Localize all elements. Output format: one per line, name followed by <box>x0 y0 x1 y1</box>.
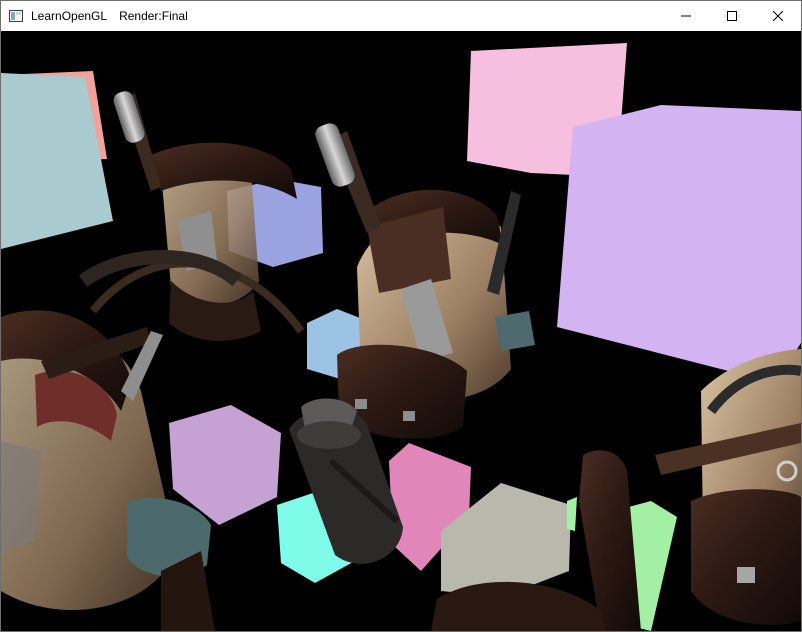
window-title-render: Render:Final <box>119 9 188 23</box>
window-controls <box>663 1 801 31</box>
window-title-app: LearnOpenGL <box>31 9 108 23</box>
minimize-button[interactable] <box>663 1 709 31</box>
minimize-icon <box>681 15 691 17</box>
close-button[interactable] <box>755 1 801 31</box>
maximize-button[interactable] <box>709 1 755 31</box>
app-window: LearnOpenGL Render:Final <box>0 0 802 632</box>
opengl-render-viewport[interactable] <box>1 31 801 631</box>
window-app-icon <box>9 10 23 22</box>
maximize-icon <box>727 11 737 21</box>
title-bar[interactable]: LearnOpenGL Render:Final <box>1 1 801 31</box>
close-icon <box>773 11 783 21</box>
scene-canvas <box>1 31 801 631</box>
